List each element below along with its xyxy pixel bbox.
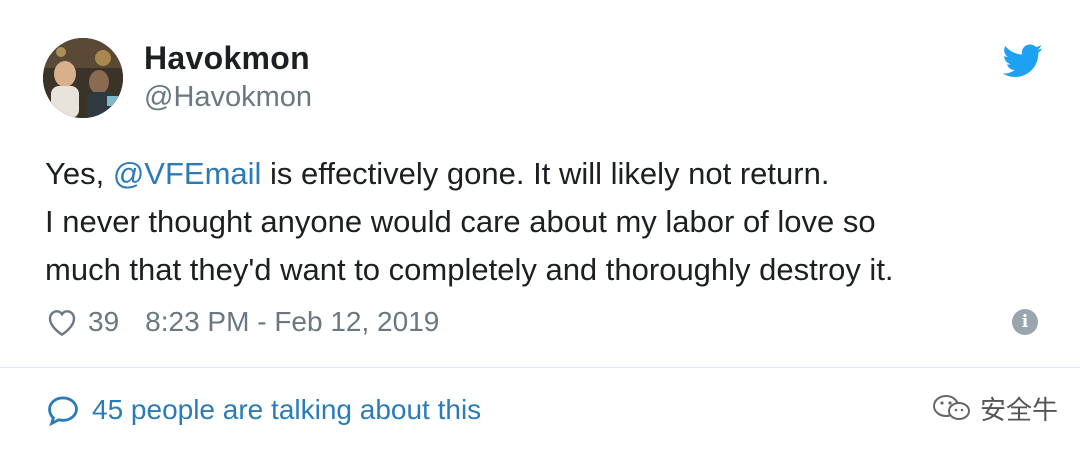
divider: [0, 367, 1080, 368]
embedded-tweet-card: Havokmon @Havokmon Yes, @VFEmail is effe…: [0, 0, 1080, 451]
avatar[interactable]: [43, 38, 123, 118]
speech-bubble-icon: [48, 396, 78, 426]
tweet-text: Yes, @VFEmail is effectively gone. It wi…: [45, 150, 1045, 294]
talking-count-label: 45 people are talking about this: [92, 394, 482, 425]
tweet-text-prefix: Yes,: [45, 156, 113, 191]
tweet-text-line-1: Yes, @VFEmail is effectively gone. It wi…: [45, 150, 1045, 198]
watermark-text: 安全牛: [980, 394, 1059, 425]
author-display-name[interactable]: Havokmon: [144, 40, 310, 77]
twitter-bird-icon[interactable]: [1003, 44, 1043, 78]
conversation-link[interactable]: 45 people are talking about this: [46, 388, 481, 432]
info-icon[interactable]: i: [1012, 309, 1038, 335]
author-handle[interactable]: @Havokmon: [144, 81, 312, 114]
tweet-timestamp[interactable]: 8:23 PM - Feb 12, 2019: [145, 306, 439, 338]
wechat-logo-icon: [933, 395, 970, 420]
heart-icon[interactable]: [46, 307, 78, 337]
tweet-text-line-3: much that they'd want to completely and …: [45, 252, 894, 287]
mention-link[interactable]: @VFEmail: [113, 156, 262, 191]
tweet-meta-row: 39 8:23 PM - Feb 12, 2019: [46, 302, 439, 342]
watermark: 安全牛: [930, 388, 1058, 428]
tweet-text-line-2: I never thought anyone would care about …: [45, 204, 876, 239]
like-count[interactable]: 39: [88, 306, 119, 338]
tweet-text-suffix: is effectively gone. It will likely not …: [261, 156, 830, 191]
